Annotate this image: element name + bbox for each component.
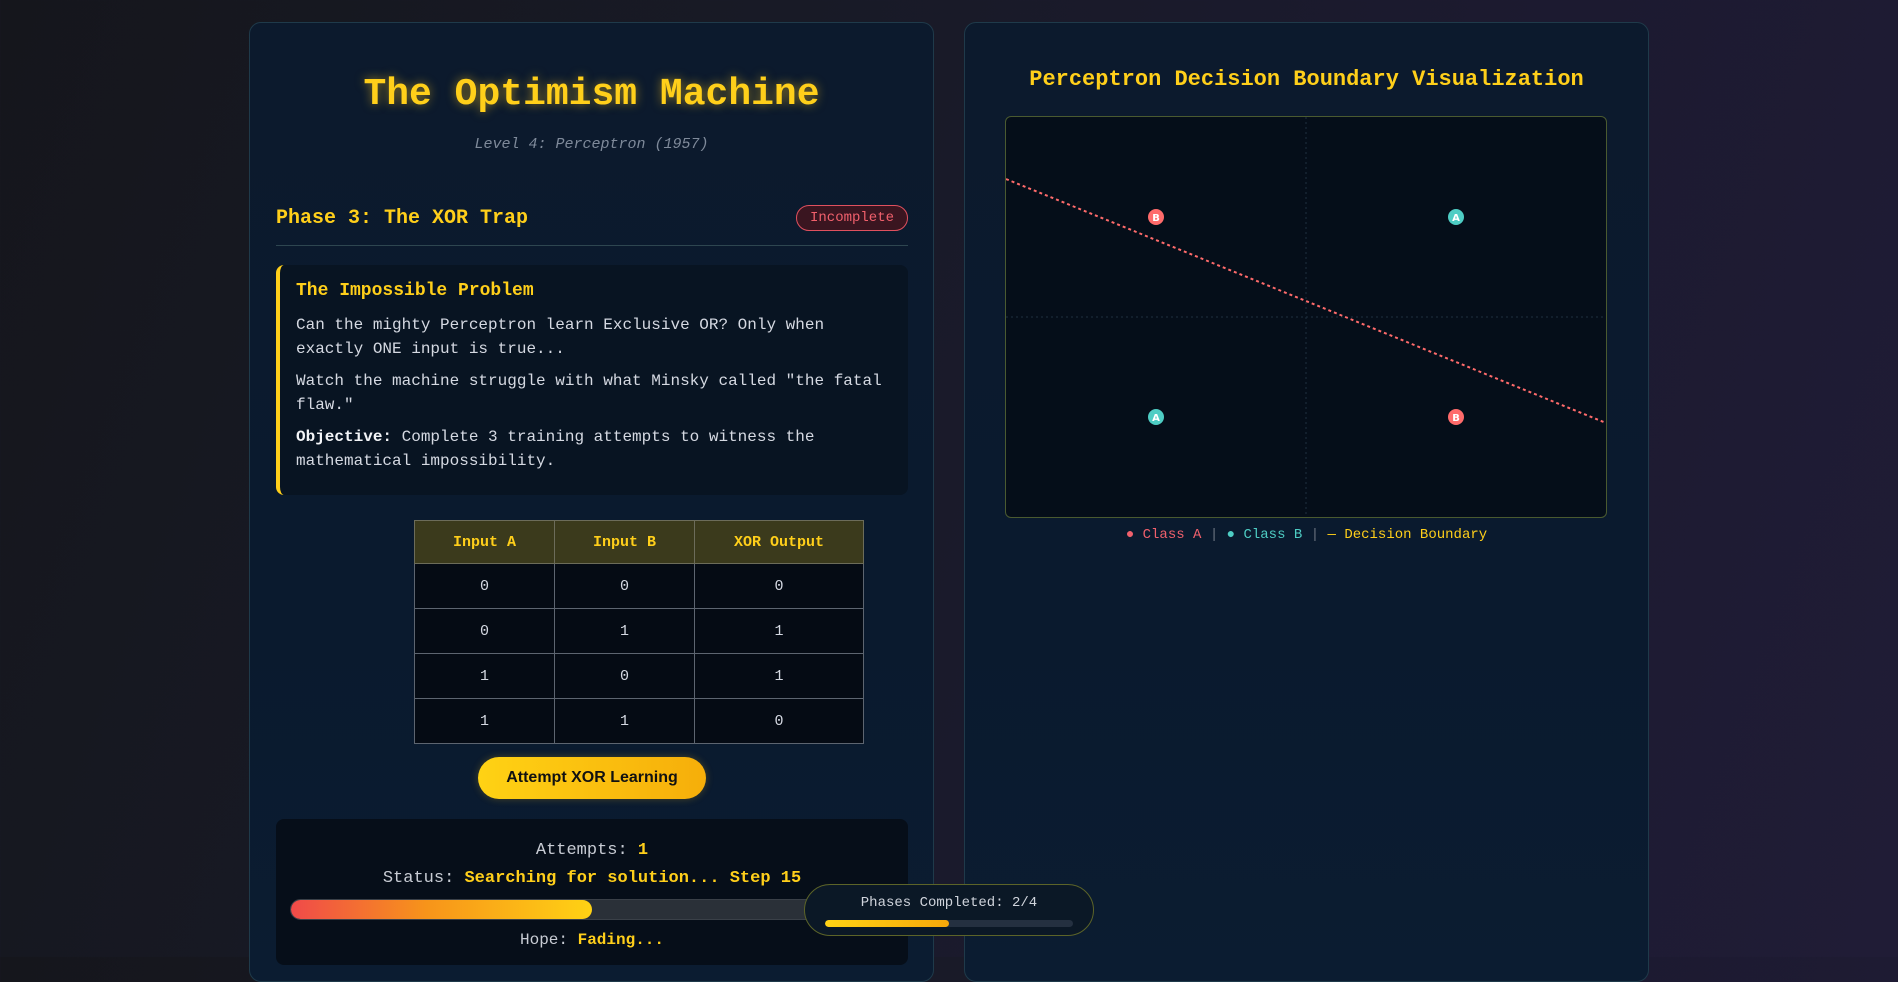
- problem-text: Can the mighty Perceptron learn Exclusiv…: [296, 316, 825, 358]
- table-cell: 1: [414, 698, 555, 744]
- visualization-panel: Perceptron Decision Boundary Visualizati…: [964, 22, 1649, 982]
- data-point-label: B: [1152, 213, 1160, 224]
- visualization-title: Perceptron Decision Boundary Visualizati…: [1029, 67, 1584, 92]
- table-cell: 0: [694, 563, 864, 609]
- data-point-label: A: [1452, 213, 1460, 224]
- decision-boundary-line: [1006, 178, 1606, 424]
- table-cell: 0: [414, 563, 555, 609]
- decision-boundary-plot: B A A B: [1005, 116, 1607, 518]
- hope-value: Fading...: [577, 931, 665, 949]
- legend-boundary: — Decision Boundary: [1327, 527, 1488, 543]
- table-row: 0 0 0: [414, 563, 864, 609]
- plot-legend: ● Class A | ● Class B | — Decision Bound…: [965, 527, 1648, 543]
- xor-truth-table: Input A Input B XOR Output 0 0 0 0 1 1 1…: [414, 520, 864, 744]
- data-point-class-b: B: [1448, 409, 1464, 425]
- legend-class-b: ● Class B: [1226, 527, 1303, 543]
- table-cell: 0: [554, 653, 695, 699]
- table-cell: 1: [554, 698, 695, 744]
- data-point-label: B: [1452, 413, 1460, 424]
- table-cell: 1: [414, 653, 555, 699]
- table-cell: 1: [554, 608, 695, 654]
- hope-bar-fill: [291, 900, 592, 919]
- legend-separator: |: [1201, 527, 1227, 543]
- data-point-class-a: A: [1448, 209, 1464, 225]
- status-label: Status:: [382, 869, 465, 888]
- attempts-count: 1: [637, 841, 649, 860]
- attempt-xor-button[interactable]: Attempt XOR Learning: [478, 757, 706, 799]
- phases-progress: Phases Completed: 2/4: [804, 884, 1094, 936]
- game-title: The Optimism Machine: [363, 73, 820, 116]
- status-value: Searching for solution... Step 15: [464, 869, 802, 888]
- legend-separator: |: [1302, 527, 1328, 543]
- table-header-row: Input A Input B XOR Output: [414, 520, 864, 564]
- table-header: XOR Output: [694, 520, 864, 564]
- table-cell: 1: [694, 608, 864, 654]
- status-line: Status: Searching for solution... Step 1…: [276, 869, 908, 888]
- attempts-line: Attempts: 1: [276, 841, 908, 860]
- level-subtitle: Level 4: Perceptron (1957): [474, 136, 709, 153]
- phase-header: Phase 3: The XOR Trap Incomplete: [276, 183, 908, 246]
- phases-label: Phases Completed: 2/4: [860, 895, 1038, 911]
- problem-quote: Watch the machine struggle with what Min…: [296, 372, 882, 414]
- data-point-label: A: [1152, 413, 1160, 424]
- legend-class-a: ● Class A: [1125, 527, 1202, 543]
- attempts-label: Attempts:: [535, 841, 638, 860]
- table-header: Input A: [414, 520, 555, 564]
- hope-line: Hope: Fading...: [276, 931, 908, 949]
- problem-heading: The Impossible Problem: [296, 281, 534, 301]
- table-row: 1 1 0: [414, 698, 864, 744]
- status-badge: Incomplete: [795, 205, 908, 231]
- data-point-class-a: A: [1148, 409, 1164, 425]
- table-header: Input B: [554, 520, 695, 564]
- phases-progress-bar: [825, 920, 1073, 927]
- table-cell: 0: [414, 608, 555, 654]
- table-cell: 0: [554, 563, 695, 609]
- objective-label: Objective:: [296, 428, 393, 446]
- phase-title: Phase 3: The XOR Trap: [276, 207, 529, 230]
- objective-text: Objective: Complete 3 training attempts …: [296, 425, 890, 473]
- plot-canvas: B A A B: [1006, 117, 1606, 517]
- problem-description: The Impossible Problem Can the mighty Pe…: [276, 265, 908, 495]
- table-row: 0 1 1: [414, 608, 864, 654]
- table-row: 1 0 1: [414, 653, 864, 699]
- game-panel: The Optimism Machine Level 4: Perceptron…: [249, 22, 934, 982]
- hope-label: Hope:: [519, 931, 578, 949]
- phases-progress-fill: [825, 920, 949, 927]
- table-cell: 0: [694, 698, 864, 744]
- data-point-class-b: B: [1148, 209, 1164, 225]
- table-cell: 1: [694, 653, 864, 699]
